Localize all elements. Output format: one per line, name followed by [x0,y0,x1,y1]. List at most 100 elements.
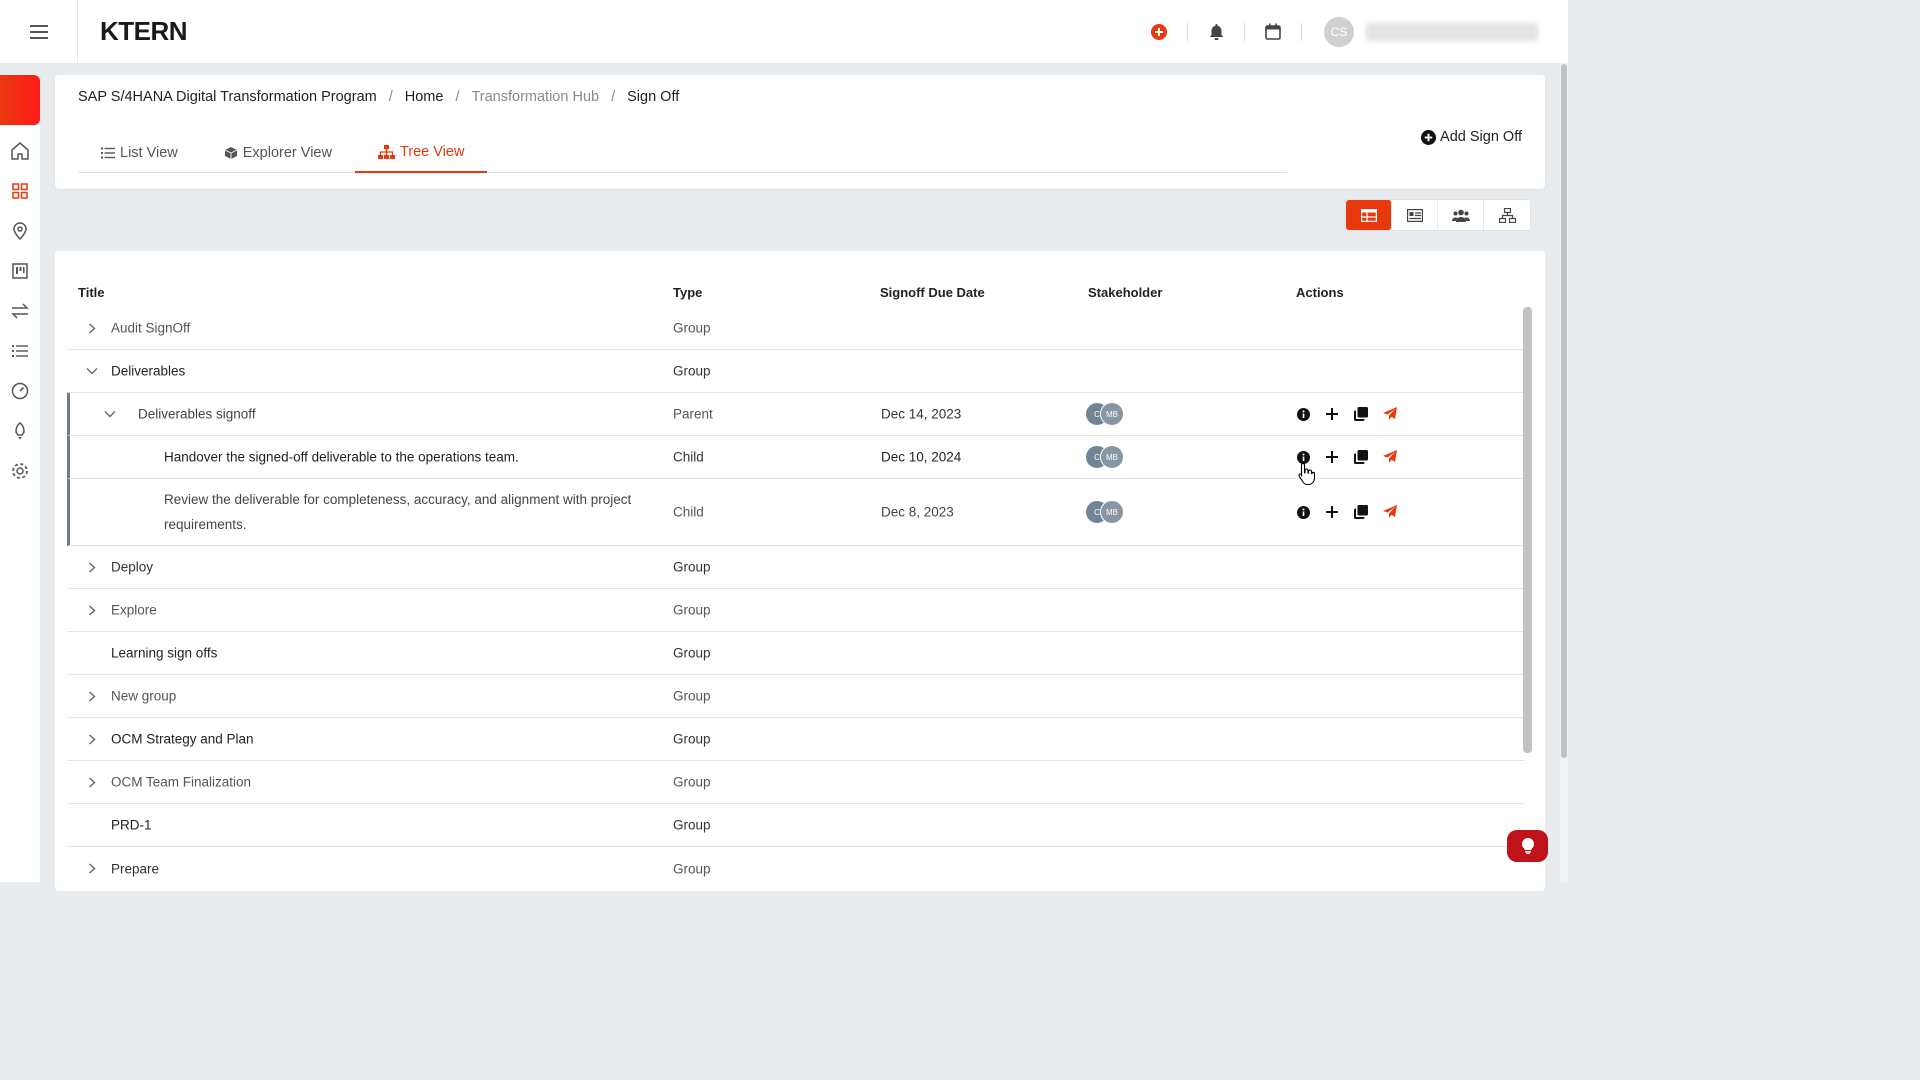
avatar: MB [1100,445,1124,469]
sidebar-item-transfers[interactable] [0,291,40,331]
info-icon[interactable] [1295,504,1311,520]
chevron-right-icon[interactable] [85,862,99,876]
calendar-button[interactable] [1245,0,1301,63]
row-type: Group [673,559,711,575]
tab-list-view[interactable]: List View [78,133,201,173]
page-scrollbar-thumb[interactable] [1561,64,1567,758]
chevron-down-icon[interactable] [103,407,117,421]
hierarchy-view-button[interactable] [1484,200,1530,230]
table-view-icon [1360,208,1377,222]
send-icon[interactable] [1382,449,1398,465]
table-row[interactable]: Deliverables signoff Parent Dec 14, 2023… [67,393,1525,436]
sidebar-item-performance[interactable] [0,371,40,411]
users-view-button[interactable] [1438,200,1484,230]
chevron-right-icon[interactable] [85,321,99,335]
tab-tree-view[interactable]: Tree View [354,133,488,173]
breadcrumb-transformation-hub[interactable]: Transformation Hub [471,89,599,105]
chevron-right-icon[interactable] [85,689,99,703]
breadcrumb-program[interactable]: SAP S/4HANA Digital Transformation Progr… [78,89,377,105]
user-name-redacted[interactable] [1366,22,1538,41]
add-child-icon[interactable] [1324,449,1340,465]
user-initials: CS [1330,24,1348,39]
column-header-type[interactable]: Type [673,285,702,300]
card-view-button[interactable] [1392,200,1438,230]
top-bar: KTERN CS [0,0,1568,63]
avatar: MB [1100,402,1124,426]
stakeholder-avatars[interactable]: C MB [1085,445,1124,469]
stakeholder-avatars[interactable]: C MB [1085,500,1124,524]
table-row[interactable]: OCM Team Finalization Group [67,761,1525,804]
column-header-title[interactable]: Title [78,285,105,300]
copy-icon[interactable] [1353,406,1369,422]
location-pin-icon [13,222,27,240]
chevron-right-icon[interactable] [85,603,99,617]
table-header: Title Type Signoff Due Date Stakeholder … [55,285,1545,303]
add-child-icon[interactable] [1324,406,1340,422]
row-type: Group [673,602,711,618]
row-title: Learning sign offs [111,645,218,661]
sidebar-item-board[interactable] [0,251,40,291]
row-title: OCM Strategy and Plan [111,731,254,747]
lightbulb-icon [1521,838,1534,854]
sidebar-brand-tab[interactable] [0,75,40,125]
add-child-icon[interactable] [1324,504,1340,520]
table-row[interactable]: PRD-1 Group [67,804,1525,847]
send-icon[interactable] [1382,406,1398,422]
row-type: Group [673,645,711,661]
gauge-icon [11,382,29,400]
notifications-button[interactable] [1188,0,1244,63]
copy-icon[interactable] [1353,504,1369,520]
app-logo[interactable]: KTERN [100,16,188,47]
tab-explorer-view[interactable]: Explorer View [201,133,355,173]
row-title: Deploy [111,559,154,575]
chevron-right-icon[interactable] [85,560,99,574]
chevron-right-icon[interactable] [85,732,99,746]
menu-toggle-button[interactable] [0,0,78,63]
table-row[interactable]: Explore Group [67,589,1525,632]
send-icon[interactable] [1382,504,1398,520]
breadcrumb-home[interactable]: Home [405,89,444,105]
row-title-line: Review the deliverable for completeness,… [164,492,632,507]
column-header-stakeholder[interactable]: Stakeholder [1088,285,1162,300]
sidebar-item-roadmap[interactable] [0,211,40,251]
mouse-cursor [1298,462,1316,491]
table-view-button[interactable] [1346,200,1392,230]
plus-circle-icon [1421,129,1437,145]
help-button[interactable] [1507,830,1548,862]
grid-icon [12,183,28,199]
sidebar-item-settings[interactable] [0,451,40,491]
table-row[interactable]: Deliverables Group [67,350,1525,393]
table-row[interactable]: New group Group [67,675,1525,718]
sidebar-item-list[interactable] [0,331,40,371]
table-row[interactable]: Prepare Group [67,847,1525,890]
hamburger-icon [29,24,48,39]
table-row[interactable]: Learning sign offs Group [67,632,1525,675]
list-icon [101,147,115,159]
breadcrumb-separator: / [611,89,616,105]
sidebar-item-dashboard[interactable] [0,171,40,211]
box-icon [224,147,237,159]
user-avatar[interactable]: CS [1324,16,1354,47]
quick-add-button[interactable] [1131,0,1187,63]
row-due-date: Dec 8, 2023 [881,504,954,520]
page-scrollbar[interactable] [1560,63,1568,883]
chevron-down-icon[interactable] [85,364,99,378]
card-view-icon [1406,208,1423,222]
table-row[interactable]: Audit SignOff Group [67,307,1525,350]
row-title: Deliverables signoff [138,406,256,422]
hierarchy-view-icon [1498,207,1516,223]
sidebar-item-home[interactable] [0,131,40,171]
copy-icon[interactable] [1353,449,1369,465]
chevron-right-icon[interactable] [85,775,99,789]
users-view-icon [1451,209,1470,222]
table-row[interactable]: Deploy Group [67,546,1525,589]
stakeholder-avatars[interactable]: C MB [1085,402,1124,426]
add-sign-off-button[interactable]: Add Sign Off [1421,129,1522,145]
table-row[interactable]: OCM Strategy and Plan Group [67,718,1525,761]
view-switcher [1345,199,1531,231]
sign-off-tree-table: Title Type Signoff Due Date Stakeholder … [55,251,1545,891]
sidebar-item-deploy[interactable] [0,411,40,451]
info-icon[interactable] [1295,406,1311,422]
column-header-due-date[interactable]: Signoff Due Date [880,285,985,300]
table-scrollbar[interactable] [1523,307,1532,753]
